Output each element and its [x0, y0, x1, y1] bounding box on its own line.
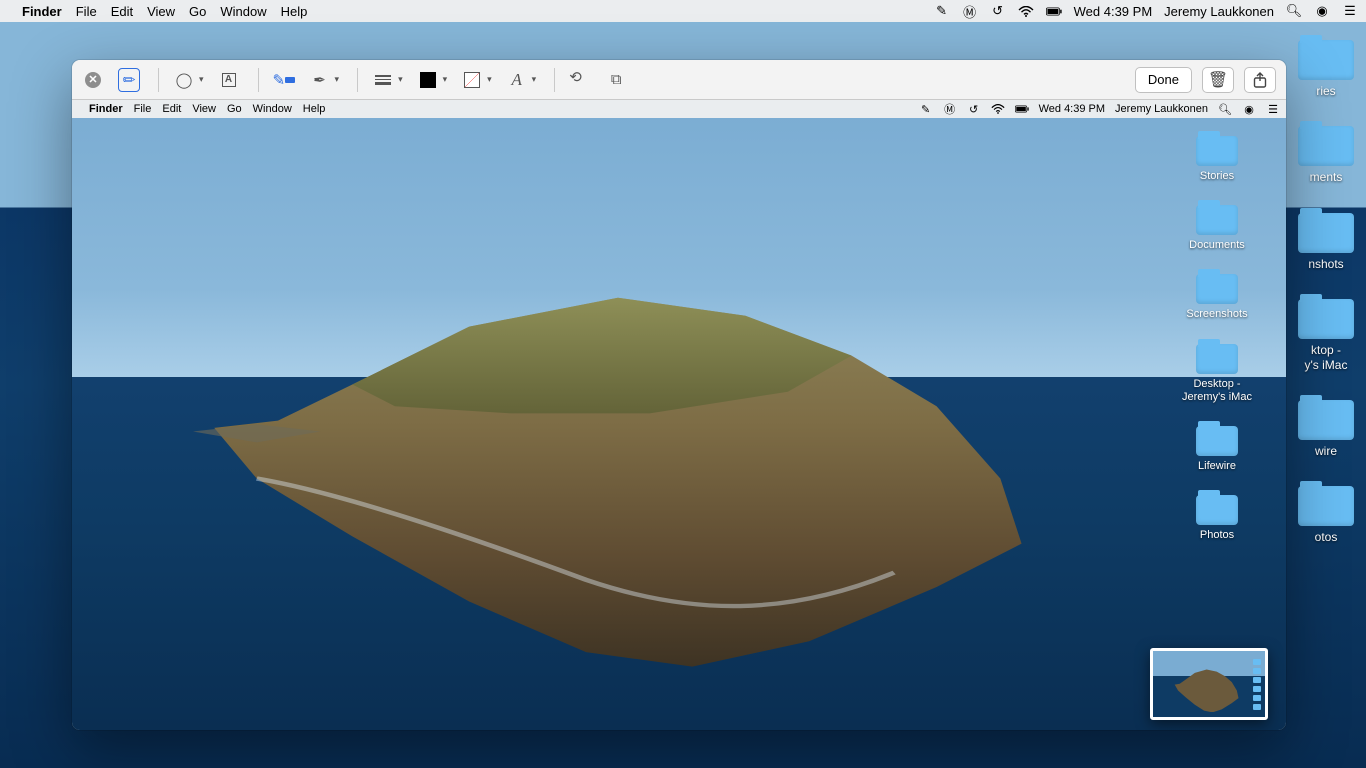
outer-menubar-app[interactable]: Finder	[22, 4, 62, 19]
chevron-down-icon: ▾	[532, 74, 537, 85]
outer-folder-desktop-imac[interactable]: ktop - y's iMac	[1286, 299, 1366, 372]
markup-toolbar: ✕ ✎ ◯ ▾ A ✎ ✒︎ ▾ ▾ ▾ ▾ A ▾ ⟲ ⧉ Done 🗑︎	[72, 60, 1286, 100]
inner-spotlight-icon: 🔍︎	[1218, 102, 1232, 116]
outer-menu-window[interactable]: Window	[220, 4, 266, 19]
outer-menu-go[interactable]: Go	[189, 4, 206, 19]
text-tool[interactable]: A	[218, 68, 240, 92]
outer-menu-file[interactable]: File	[76, 4, 97, 19]
outer-menubar-user[interactable]: Jeremy Laukkonen	[1164, 4, 1274, 19]
outer-menubar-time[interactable]: Wed 4:39 PM	[1074, 4, 1153, 19]
inner-folder-desktop-imac: Desktop - Jeremy's iMac	[1177, 344, 1257, 404]
folder-icon	[1196, 274, 1238, 304]
inner-menu-window: Window	[253, 103, 292, 115]
share-button[interactable]	[1244, 67, 1276, 93]
chevron-down-icon: ▾	[199, 74, 204, 85]
outer-folder-lifewire[interactable]: wire	[1286, 400, 1366, 458]
inner-folder-photos: Photos	[1177, 495, 1257, 542]
control-center-icon[interactable]: ☰	[1342, 3, 1358, 19]
chevron-down-icon: ▾	[398, 74, 403, 85]
folder-icon	[1298, 40, 1354, 80]
outer-folder-stories[interactable]: ries	[1286, 40, 1366, 98]
inner-wifi-icon	[991, 102, 1005, 116]
outer-folder-documents[interactable]: ments	[1286, 126, 1366, 184]
status-drawing-icon[interactable]: ✎	[934, 3, 950, 19]
inner-folder-stories: Stories	[1177, 136, 1257, 183]
inner-menubar-app: Finder	[89, 103, 123, 115]
discard-button[interactable]: ✕	[82, 68, 104, 92]
line-weight-tool[interactable]	[372, 68, 394, 92]
folder-icon	[1298, 213, 1354, 253]
chevron-down-icon: ▾	[487, 74, 492, 85]
folder-icon	[1298, 126, 1354, 166]
folder-icon	[1196, 136, 1238, 166]
outer-menubar: Finder File Edit View Go Window Help ✎ Ⓜ…	[0, 0, 1366, 22]
folder-icon	[1298, 299, 1354, 339]
stroke-color-tool[interactable]	[417, 68, 439, 92]
inner-menu-edit: Edit	[162, 103, 181, 115]
done-button[interactable]: Done	[1135, 67, 1192, 93]
inner-menu-file: File	[134, 103, 152, 115]
outer-folder-screenshots[interactable]: nshots	[1286, 213, 1366, 271]
screenshot-markup-window[interactable]: ✕ ✎ ◯ ▾ A ✎ ✒︎ ▾ ▾ ▾ ▾ A ▾ ⟲ ⧉ Done 🗑︎	[72, 60, 1286, 730]
thumbnail-island-graphic	[1173, 667, 1240, 712]
inner-desktop-folders: Stories Documents Screenshots Desktop - …	[1172, 136, 1262, 542]
battery-icon[interactable]	[1046, 3, 1062, 19]
wifi-icon[interactable]	[1018, 3, 1034, 19]
inner-folder-screenshots: Screenshots	[1177, 274, 1257, 321]
folder-icon	[1196, 205, 1238, 235]
siri-icon[interactable]: ◉	[1314, 3, 1330, 19]
outer-menu-help[interactable]: Help	[281, 4, 308, 19]
folder-icon	[1298, 400, 1354, 440]
outer-folder-photos[interactable]: otos	[1286, 486, 1366, 544]
crop-tool[interactable]: ⧉	[605, 68, 627, 92]
sketch-tool[interactable]: ✎	[118, 68, 140, 92]
chevron-down-icon: ▾	[335, 74, 340, 85]
inner-menubar: Finder File Edit View Go Window Help ✎ Ⓜ…	[72, 100, 1286, 118]
floating-screenshot-thumbnail[interactable]	[1150, 648, 1268, 720]
inner-menu-help: Help	[303, 103, 326, 115]
status-mega-icon[interactable]: Ⓜ	[962, 3, 978, 19]
catalina-island-graphic	[193, 276, 1043, 667]
inner-menu-view: View	[192, 103, 216, 115]
text-style-tool[interactable]: A	[506, 68, 528, 92]
sign-tool[interactable]: ✒︎	[309, 68, 331, 92]
rotate-tool[interactable]: ⟲	[569, 68, 591, 92]
thumbnail-folders	[1253, 657, 1263, 711]
captured-screenshot-canvas[interactable]: Finder File Edit View Go Window Help ✎ Ⓜ…	[72, 100, 1286, 730]
spotlight-icon[interactable]: 🔍︎	[1286, 3, 1302, 19]
outer-menu-edit[interactable]: Edit	[111, 4, 133, 19]
chevron-down-icon: ▾	[443, 74, 448, 85]
inner-menu-go: Go	[227, 103, 242, 115]
outer-menu-view[interactable]: View	[147, 4, 175, 19]
status-timemachine-icon[interactable]: ↺	[990, 3, 1006, 19]
outer-desktop-folders: ries ments nshots ktop - y's iMac wire o…	[1286, 40, 1366, 545]
inner-control-center-icon: ☰	[1266, 102, 1280, 116]
folder-icon	[1298, 486, 1354, 526]
highlight-tool[interactable]: ✎	[273, 68, 295, 92]
inner-status-drawing-icon: ✎	[919, 102, 933, 116]
inner-menubar-user: Jeremy Laukkonen	[1115, 103, 1208, 115]
inner-menubar-time: Wed 4:39 PM	[1039, 103, 1105, 115]
shapes-tool[interactable]: ◯	[173, 68, 195, 92]
inner-status-mega-icon: Ⓜ	[943, 102, 957, 116]
inner-folder-lifewire: Lifewire	[1177, 426, 1257, 473]
fill-color-tool[interactable]	[461, 68, 483, 92]
inner-siri-icon: ◉	[1242, 102, 1256, 116]
folder-icon	[1196, 426, 1238, 456]
trash-button[interactable]: 🗑︎	[1202, 67, 1234, 93]
folder-icon	[1196, 495, 1238, 525]
inner-status-timemachine-icon: ↺	[967, 102, 981, 116]
inner-folder-documents: Documents	[1177, 205, 1257, 252]
folder-icon	[1196, 344, 1238, 374]
inner-battery-icon	[1015, 102, 1029, 116]
